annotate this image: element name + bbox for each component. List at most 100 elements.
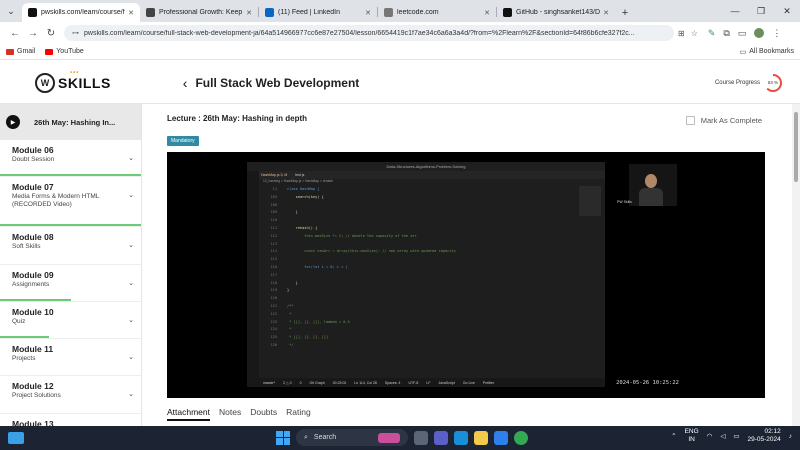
code-line: 126 */ [261, 342, 601, 350]
reload-icon[interactable]: ↻ [42, 28, 60, 39]
url-input[interactable]: ⊶ pwskills.com/learn/course/full-stack-w… [64, 25, 674, 41]
chevron-down-icon[interactable]: ⌄ [128, 154, 134, 162]
tab-close-icon[interactable]: ✕ [484, 9, 490, 17]
webcam-name: PW Skills [617, 200, 632, 204]
site-info-icon[interactable]: ⊶ [72, 29, 79, 37]
line-number: 109 [270, 210, 278, 215]
chevron-down-icon[interactable]: ⌄ [128, 241, 134, 249]
sidebar-module[interactable]: Module 11 Projects ⌄ [0, 339, 141, 377]
task-view-icon[interactable] [414, 430, 428, 445]
chevron-down-icon[interactable]: ⌄ [128, 353, 134, 361]
sidebar-module[interactable]: Module 10 Quiz ⌄ [0, 302, 141, 340]
browser-tab[interactable]: Professional Growth: Keep Pus✕ [140, 3, 258, 22]
extension-icon[interactable]: ✎ [708, 28, 716, 39]
volume-icon[interactable]: ◁ [720, 432, 725, 440]
tab-close-icon[interactable]: ✕ [603, 9, 609, 17]
tab-close-icon[interactable]: ✕ [246, 9, 252, 17]
tab-search-icon[interactable]: ⌄ [0, 0, 22, 22]
edge-icon[interactable] [454, 430, 468, 445]
chevron-down-icon[interactable]: ⌄ [128, 390, 134, 398]
status-item: 00:23:02 [332, 380, 347, 385]
back-icon[interactable]: ← [6, 28, 24, 39]
code-line: 113 [261, 241, 601, 249]
sidebar-module[interactable]: Module 09 Assignments ⌄ [0, 265, 141, 302]
battery-icon[interactable]: ▭ [733, 432, 739, 440]
bookmark-youtube[interactable]: YouTube [45, 48, 84, 55]
forward-icon[interactable]: → [24, 28, 42, 39]
sidebar-module[interactable]: Module 08 Soft Skills ⌄ [0, 227, 141, 265]
course-title: Full Stack Web Development [195, 75, 360, 90]
browser-tab[interactable]: GitHub - singhsanket143/Data✕ [497, 3, 615, 22]
tab-rating[interactable]: Rating [286, 407, 311, 421]
browser-tab[interactable]: leetcode.com ✕ [378, 3, 496, 22]
tab-title: (11) Feed | LinkedIn [278, 9, 341, 16]
page-scrollbar[interactable] [792, 104, 800, 426]
tab-favicon-icon [146, 8, 155, 17]
pwskills-logo[interactable]: W ••• SKILLS [35, 70, 111, 93]
translate-icon[interactable]: ⊞ [678, 29, 685, 38]
close-window-icon[interactable]: ✕ [774, 6, 800, 17]
sidebar-icon[interactable]: ▭ [738, 28, 747, 39]
new-tab-button[interactable]: + [615, 3, 635, 22]
code-line: 114 const newArr = Array(this.maxSize); … [261, 248, 601, 256]
tab-notes[interactable]: Notes [219, 407, 241, 421]
teams-chat-icon[interactable] [434, 430, 448, 445]
module-subtitle: Doubt Session [12, 156, 55, 163]
module-subtitle: Media Forms & Modern HTML (RECORDED Vide… [12, 193, 100, 209]
tray-overflow-icon[interactable]: ⌃ [671, 432, 676, 440]
sidebar-module[interactable]: Module 07 Media Forms & Modern HTML (RECO… [0, 177, 141, 228]
module-progress-bar [0, 298, 71, 301]
all-bookmarks-button[interactable]: ▭ All Bookmarks [740, 48, 794, 56]
browser-tab[interactable]: (11) Feed | LinkedIn ✕ [259, 3, 377, 22]
windows-taskbar: ⌕ Search ⌃ ENG IN ◠ ◁ ▭ 02:12 29-05-2024… [0, 426, 800, 450]
sidebar-module[interactable]: Module 13⌄ [0, 414, 141, 426]
extensions-puzzle-icon[interactable]: ⧉ [723, 28, 729, 39]
tab-doubts[interactable]: Doubts [250, 407, 277, 421]
mark-complete-checkbox[interactable]: Mark As Complete [685, 116, 762, 125]
module-progress-bar [0, 336, 50, 339]
sidebar-module[interactable]: Module 12 Project Solutions ⌄ [0, 376, 141, 414]
tab-attachment[interactable]: Attachment [167, 407, 210, 421]
chevron-down-icon[interactable]: ⌄ [128, 279, 134, 287]
language-indicator[interactable]: ENG IN [685, 428, 699, 444]
store-icon[interactable] [494, 430, 508, 445]
status-item: Git Graph [309, 380, 325, 385]
windows-start-icon[interactable] [276, 430, 290, 445]
sidebar-module[interactable]: Module 06 Doubt Session ⌄ [0, 140, 141, 178]
tab-close-icon[interactable]: ✕ [365, 9, 371, 17]
tab-favicon-icon [384, 8, 393, 17]
line-number: 115 [270, 257, 278, 262]
module-title: Module 09 [12, 269, 54, 280]
bookmark-star-icon[interactable]: ☆ [691, 29, 698, 38]
chevron-down-icon[interactable]: ⌄ [128, 316, 134, 324]
line-number: 122 [270, 311, 278, 316]
module-progress-bar [0, 224, 141, 227]
line-code: for(let i = 0; i < ) [287, 264, 348, 269]
maximize-icon[interactable]: ❐ [748, 6, 774, 17]
editor-code: 11 class HashMap {103 search(key) {108 109… [261, 186, 601, 350]
line-number: 11 [272, 187, 277, 191]
bookmark-gmail[interactable]: Gmail [6, 48, 35, 55]
file-explorer-icon[interactable] [474, 430, 488, 445]
chrome-icon[interactable] [514, 430, 528, 445]
module-title: Module 06 [12, 145, 54, 155]
taskbar-search[interactable]: ⌕ Search [296, 429, 408, 446]
browser-menu-icon[interactable]: ⋮ [772, 28, 781, 39]
chevron-down-icon[interactable]: ⌄ [128, 191, 134, 199]
notification-bell-icon[interactable]: ♪ [789, 433, 792, 440]
system-clock[interactable]: 02:12 29-05-2024 [748, 428, 781, 444]
current-lecture-item[interactable]: ▶ 26th May: Hashing In... [0, 104, 141, 140]
video-player[interactable]: Data-Structures-Algorithms-Problem-Solvi… [167, 152, 765, 398]
instructor-head [645, 174, 657, 188]
profile-avatar-icon[interactable] [754, 27, 765, 38]
widgets-icon[interactable] [8, 432, 24, 444]
browser-tab[interactable]: pwskills.com/learn/course/full ✕ [22, 3, 140, 22]
page-scrollbar-thumb[interactable] [794, 112, 798, 182]
minimize-icon[interactable]: — [722, 6, 748, 16]
line-number: 116 [270, 264, 278, 269]
tab-close-icon[interactable]: ✕ [128, 9, 134, 17]
search-highlight-icon [378, 432, 400, 443]
wifi-icon[interactable]: ◠ [707, 432, 713, 440]
line-number: 125 [270, 335, 278, 340]
back-arrow-icon[interactable]: ‹ [183, 75, 188, 91]
